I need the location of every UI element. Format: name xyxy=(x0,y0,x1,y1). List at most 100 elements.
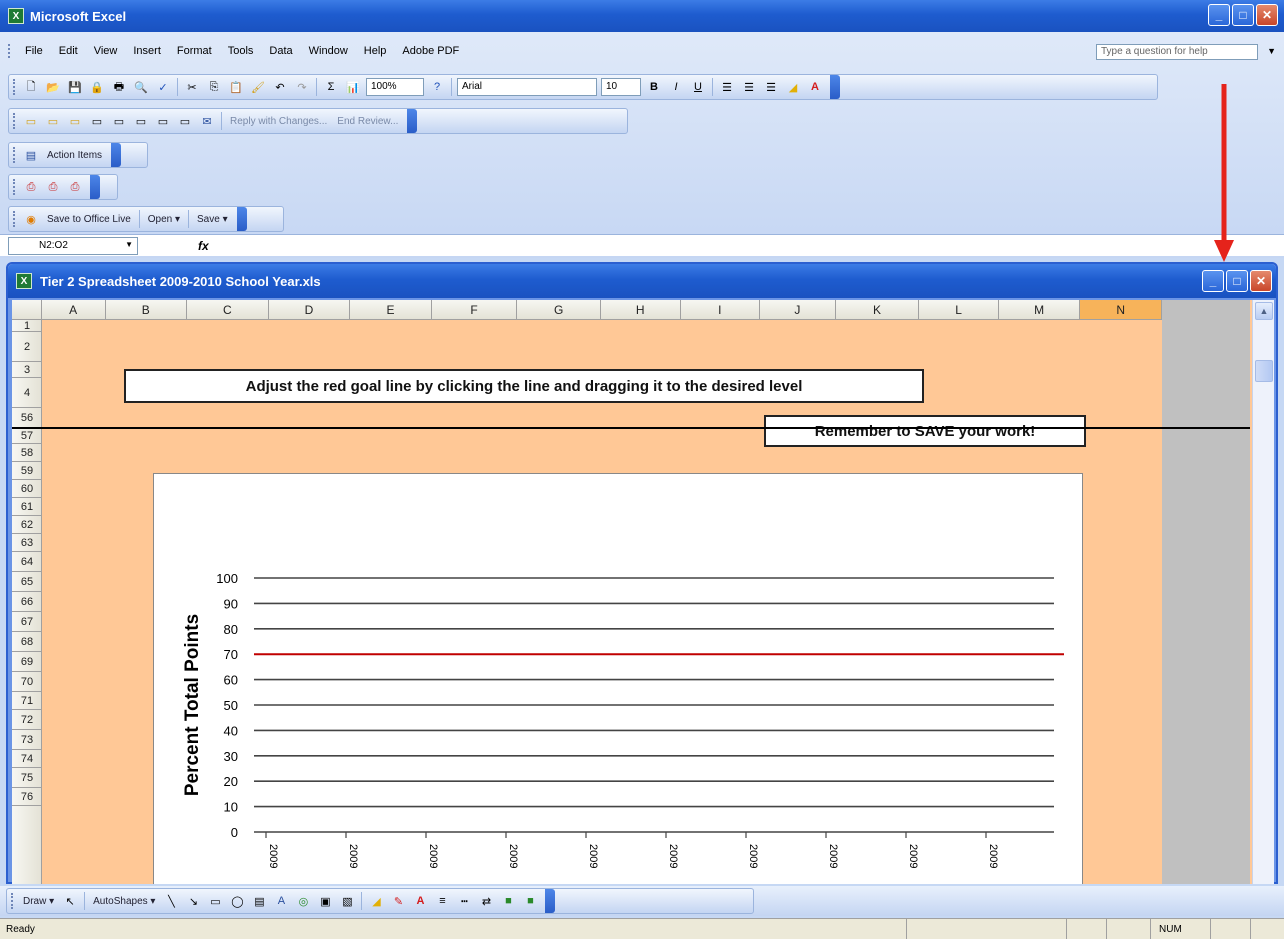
row-header-62[interactable]: 62 xyxy=(12,516,42,534)
row-header-56[interactable]: 56 xyxy=(12,408,42,428)
cut-icon[interactable]: ✂ xyxy=(183,78,201,96)
name-box[interactable]: N2:O2 ▼ xyxy=(8,236,138,255)
toolbar-options-button[interactable] xyxy=(545,889,556,913)
menu-window[interactable]: Window xyxy=(301,45,356,57)
row-header-64[interactable]: 64 xyxy=(12,552,42,572)
row-header-63[interactable]: 63 xyxy=(12,534,42,552)
column-header-i[interactable]: I xyxy=(681,300,761,319)
fill-color-icon[interactable]: ◢ xyxy=(367,892,385,910)
row-header-60[interactable]: 60 xyxy=(12,480,42,498)
paste-icon[interactable]: 📋 xyxy=(227,78,245,96)
send-icon[interactable]: ✉ xyxy=(198,112,216,130)
toolbar-options-button[interactable] xyxy=(111,143,122,167)
line-style-icon[interactable]: ≡ xyxy=(433,892,451,910)
goal-line-chart[interactable]: Percent Total Points 0 10 20 30 40 50 60 70 80 90 1… xyxy=(153,473,1083,884)
permission-icon[interactable]: 🔒 xyxy=(88,78,106,96)
workbook-icon[interactable]: X xyxy=(16,273,32,289)
font-color-icon[interactable]: A xyxy=(411,892,429,910)
row-header-61[interactable]: 61 xyxy=(12,498,42,516)
rectangle-icon[interactable]: ▭ xyxy=(206,892,224,910)
font-color-icon[interactable]: A xyxy=(806,78,824,96)
row-header-68[interactable]: 68 xyxy=(12,632,42,652)
row-header-72[interactable]: 72 xyxy=(12,710,42,730)
line-icon[interactable]: ╲ xyxy=(162,892,180,910)
picture-icon[interactable]: ▧ xyxy=(338,892,356,910)
column-header-j[interactable]: J xyxy=(760,300,836,319)
diagram-icon[interactable]: ◎ xyxy=(294,892,312,910)
track-changes-icon[interactable]: ▭ xyxy=(154,112,172,130)
show-all-comments-icon[interactable]: ▭ xyxy=(110,112,128,130)
arrow-style-icon[interactable]: ⇄ xyxy=(477,892,495,910)
instruction-textbox[interactable]: Adjust the red goal line by clicking the… xyxy=(124,369,924,403)
open-icon[interactable]: 📂 xyxy=(44,78,62,96)
clipart-icon[interactable]: ▣ xyxy=(316,892,334,910)
workbook-minimize-button[interactable]: _ xyxy=(1202,270,1224,292)
save-to-office-live-button[interactable]: Save to Office Live xyxy=(42,214,136,225)
close-button[interactable]: ✕ xyxy=(1256,4,1278,26)
help-dropdown-icon[interactable]: ▼ xyxy=(1267,46,1276,56)
vertical-scrollbar[interactable]: ▲ xyxy=(1252,300,1274,884)
row-header-67[interactable]: 67 xyxy=(12,612,42,632)
font-select[interactable]: Arial xyxy=(457,78,597,96)
column-header-a[interactable]: A xyxy=(42,300,106,319)
delete-comment-icon[interactable]: ▭ xyxy=(132,112,150,130)
font-size-select[interactable]: 10 xyxy=(601,78,641,96)
underline-button[interactable]: U xyxy=(689,78,707,96)
toolbar-grip[interactable] xyxy=(11,893,14,909)
action-items-icon[interactable]: ▤ xyxy=(22,146,40,164)
print-icon[interactable]: 🖶 xyxy=(110,78,128,96)
row-header-3[interactable]: 3 xyxy=(12,362,42,378)
column-header-e[interactable]: E xyxy=(350,300,432,319)
toolbar-grip[interactable] xyxy=(13,147,16,163)
italic-button[interactable]: I xyxy=(667,78,685,96)
convert-and-review-icon[interactable]: ⎙ xyxy=(66,178,84,196)
row-header-70[interactable]: 70 xyxy=(12,672,42,692)
menu-file[interactable]: File xyxy=(17,45,51,57)
menu-grip[interactable] xyxy=(8,44,11,58)
row-header-1[interactable]: 1 xyxy=(12,320,42,332)
copy-icon[interactable]: ⎘ xyxy=(205,78,223,96)
column-header-l[interactable]: L xyxy=(919,300,999,319)
column-header-k[interactable]: K xyxy=(836,300,920,319)
prev-comment-icon[interactable]: ▭ xyxy=(44,112,62,130)
row-header-58[interactable]: 58 xyxy=(12,444,42,462)
oval-icon[interactable]: ◯ xyxy=(228,892,246,910)
print-preview-icon[interactable]: 🔍 xyxy=(132,78,150,96)
bold-button[interactable]: B xyxy=(645,78,663,96)
convert-and-email-icon[interactable]: ⎙ xyxy=(44,178,62,196)
menu-edit[interactable]: Edit xyxy=(51,45,86,57)
show-comment-icon[interactable]: ▭ xyxy=(88,112,106,130)
toolbar-grip[interactable] xyxy=(13,211,16,227)
worksheet-grid[interactable]: ABCDEFGHIJKLMN 1 2 3 4 56 57 58 59 60 61 62 63 64 65 6… xyxy=(12,300,1274,884)
help-search-input[interactable]: Type a question for help xyxy=(1096,44,1258,60)
menu-data[interactable]: Data xyxy=(261,45,300,57)
row-header-2[interactable]: 2 xyxy=(12,332,42,362)
shadow-icon[interactable]: ■ xyxy=(499,892,517,910)
row-header-73[interactable]: 73 xyxy=(12,730,42,750)
row-header-4[interactable]: 4 xyxy=(12,378,42,408)
column-header-m[interactable]: M xyxy=(999,300,1081,319)
align-right-icon[interactable]: ☰ xyxy=(762,78,780,96)
menu-insert[interactable]: Insert xyxy=(125,45,169,57)
new-icon[interactable]: 🗋 xyxy=(22,78,40,96)
fill-color-icon[interactable]: ◢ xyxy=(784,78,802,96)
save-icon[interactable]: 💾 xyxy=(66,78,84,96)
column-header-h[interactable]: H xyxy=(601,300,681,319)
restore-button[interactable]: □ xyxy=(1232,4,1254,26)
line-color-icon[interactable]: ✎ xyxy=(389,892,407,910)
row-header-59[interactable]: 59 xyxy=(12,462,42,480)
minimize-button[interactable]: _ xyxy=(1208,4,1230,26)
reply-with-changes-button[interactable]: Reply with Changes... xyxy=(225,116,332,127)
next-comment-icon[interactable]: ▭ xyxy=(66,112,84,130)
align-left-icon[interactable]: ☰ xyxy=(718,78,736,96)
scroll-thumb[interactable] xyxy=(1255,360,1273,382)
chart-wizard-icon[interactable]: 📊 xyxy=(344,78,362,96)
select-all-corner[interactable] xyxy=(12,300,42,319)
column-header-n[interactable]: N xyxy=(1080,300,1162,319)
scroll-up-icon[interactable]: ▲ xyxy=(1255,302,1273,320)
reviewing-pane-icon[interactable]: ▭ xyxy=(176,112,194,130)
convert-to-pdf-icon[interactable]: ⎙ xyxy=(22,178,40,196)
column-header-g[interactable]: G xyxy=(517,300,601,319)
column-header-c[interactable]: C xyxy=(187,300,269,319)
wordart-icon[interactable]: A xyxy=(272,892,290,910)
